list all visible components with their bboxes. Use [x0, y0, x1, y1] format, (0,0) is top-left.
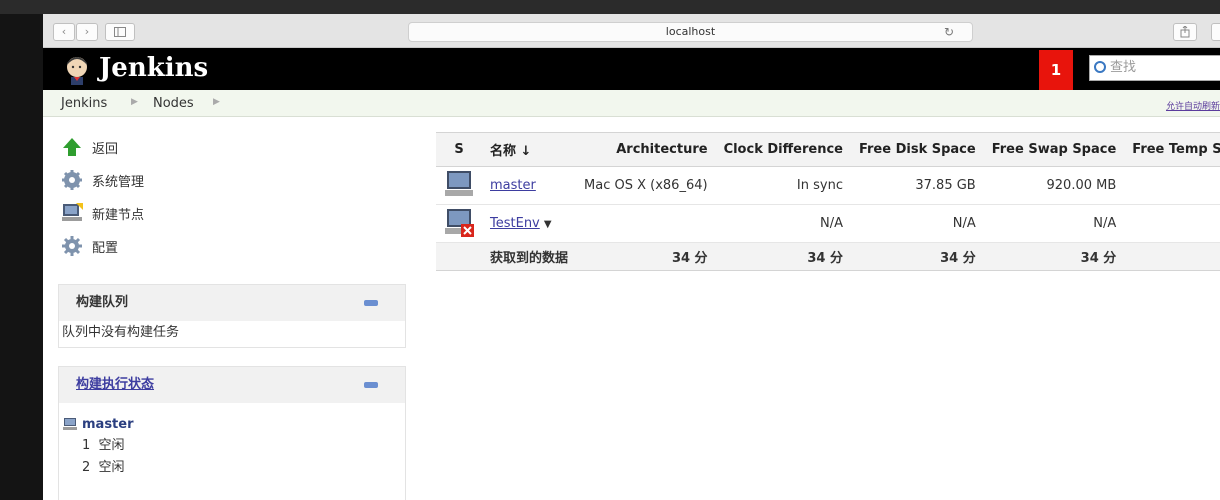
executor-status-title[interactable]: 构建执行状态: [76, 377, 154, 392]
column-clock-difference[interactable]: Clock Difference: [715, 132, 851, 167]
build-queue-empty: 队列中没有构建任务: [62, 325, 180, 340]
share-icon: [1180, 25, 1190, 38]
footer-free-swap[interactable]: 34 分: [983, 242, 1125, 271]
architecture-cell: [576, 204, 716, 243]
sidebar-icon: [114, 27, 126, 37]
build-queue-pane: 构建队列 队列中没有构建任务: [58, 284, 406, 348]
tabs-button[interactable]: [1211, 23, 1220, 41]
search-placeholder: 查找: [1110, 60, 1137, 75]
browser-window: ‹ › localhost ↻ Jenkins 1 查找 Jenkins ▶ N…: [43, 14, 1220, 500]
architecture-cell: Mac OS X (x86_64): [576, 166, 716, 205]
executor-status-header: 构建执行状态: [59, 367, 405, 403]
jenkins-logo-icon[interactable]: [63, 55, 91, 85]
table-footer-row: 获取到的数据 34 分 34 分 34 分 34 分: [436, 242, 1220, 271]
column-free-disk[interactable]: Free Disk Space: [850, 132, 984, 167]
table-row: TestEnv ▼ N/A N/A N/A: [436, 204, 1220, 243]
dropdown-arrow-icon[interactable]: ▼: [544, 219, 552, 230]
node-name-cell: master: [482, 166, 577, 205]
build-queue-title: 构建队列: [76, 295, 129, 310]
node-table: S 名称 ↓ Architecture Clock Difference Fre…: [436, 132, 1220, 271]
build-queue-header: 构建队列: [59, 285, 405, 321]
free-disk-cell: N/A: [850, 204, 984, 243]
executor-status: 空闲: [98, 460, 125, 475]
task-back[interactable]: 返回: [61, 137, 118, 157]
share-button[interactable]: [1173, 23, 1197, 41]
breadcrumb-separator-icon[interactable]: ▶: [213, 97, 220, 107]
computer-icon: [63, 417, 77, 430]
column-free-swap[interactable]: Free Swap Space: [983, 132, 1125, 167]
desktop-background: [0, 14, 43, 500]
table-header-row: S 名称 ↓ Architecture Clock Difference Fre…: [436, 132, 1220, 167]
table-row: master Mac OS X (x86_64) In sync 37.85 G…: [436, 166, 1220, 205]
footer-empty-cell: [436, 242, 482, 271]
os-top-bar: [0, 0, 1220, 14]
gear-icon: [62, 236, 82, 256]
footer-clock-difference[interactable]: 34 分: [715, 242, 851, 271]
column-status[interactable]: S: [436, 132, 482, 167]
column-architecture[interactable]: Architecture: [576, 132, 716, 167]
url-text: localhost: [665, 25, 716, 38]
back-button[interactable]: ‹: [53, 23, 75, 41]
column-free-temp[interactable]: Free Temp Space: [1124, 132, 1220, 167]
node-status-cell: [436, 204, 482, 243]
node-link[interactable]: master: [490, 178, 536, 193]
footer-architecture[interactable]: 34 分: [576, 242, 716, 271]
executor-status: 空闲: [98, 438, 125, 453]
gear-icon: [62, 170, 82, 190]
up-arrow-icon: [63, 138, 81, 156]
jenkins-header: Jenkins 1 查找: [43, 48, 1220, 90]
task-new-node-label[interactable]: 新建节点: [92, 204, 144, 223]
executor-status-body: master 1 空闲 2 空闲: [59, 403, 405, 481]
auto-refresh-link[interactable]: 允许自动刷新: [1166, 99, 1220, 112]
footer-free-temp: [1124, 242, 1220, 271]
reload-icon[interactable]: ↻: [944, 23, 954, 41]
computer-icon: [62, 203, 83, 221]
browser-toolbar: ‹ › localhost ↻: [43, 14, 1220, 48]
breadcrumb: Jenkins ▶ Nodes ▶ 允许自动刷新: [43, 90, 1220, 117]
search-input[interactable]: 查找: [1089, 55, 1220, 81]
free-temp-cell: [1124, 166, 1220, 205]
computer-offline-icon: [445, 208, 474, 237]
column-name[interactable]: 名称 ↓: [482, 132, 577, 167]
node-status-cell: [436, 166, 482, 205]
footer-free-disk[interactable]: 34 分: [850, 242, 984, 271]
jenkins-brand[interactable]: Jenkins: [99, 53, 208, 83]
free-swap-cell: 920.00 MB: [983, 166, 1125, 205]
free-temp-cell: [1124, 204, 1220, 243]
computer-icon: [445, 170, 473, 196]
breadcrumb-nodes[interactable]: Nodes: [153, 96, 194, 111]
search-icon: [1094, 61, 1106, 73]
task-manage-jenkins-label[interactable]: 系统管理: [92, 171, 144, 190]
executor-number: 2: [82, 460, 91, 475]
executor-row: 2 空闲: [63, 457, 405, 481]
clock-difference-cell: N/A: [715, 204, 851, 243]
task-configure[interactable]: 配置: [61, 236, 118, 256]
collapse-icon[interactable]: [364, 300, 378, 306]
free-swap-cell: N/A: [983, 204, 1125, 243]
task-configure-label[interactable]: 配置: [92, 237, 118, 256]
task-new-node[interactable]: 新建节点: [61, 203, 144, 223]
executor-row: 1 空闲: [63, 433, 405, 457]
address-bar[interactable]: localhost ↻: [408, 22, 973, 42]
node-name-cell: TestEnv ▼: [482, 204, 577, 243]
node-link[interactable]: TestEnv: [490, 216, 540, 231]
task-manage-jenkins[interactable]: 系统管理: [61, 170, 144, 190]
clock-difference-cell: In sync: [715, 166, 851, 205]
executor-node-link[interactable]: master: [82, 417, 134, 432]
executor-number: 1: [82, 438, 91, 453]
executor-node: master: [63, 415, 405, 433]
free-disk-cell: 37.85 GB: [850, 166, 984, 205]
footer-label: 获取到的数据: [482, 242, 577, 271]
forward-button[interactable]: ›: [76, 23, 98, 41]
sidebar-toggle-button[interactable]: [105, 23, 135, 41]
task-back-label[interactable]: 返回: [92, 138, 118, 157]
executor-status-pane: 构建执行状态 master 1 空闲 2 空闲: [58, 366, 406, 500]
notification-badge[interactable]: 1: [1039, 50, 1073, 90]
collapse-icon[interactable]: [364, 382, 378, 388]
breadcrumb-jenkins[interactable]: Jenkins: [61, 96, 107, 111]
breadcrumb-separator-icon[interactable]: ▶: [131, 97, 138, 107]
